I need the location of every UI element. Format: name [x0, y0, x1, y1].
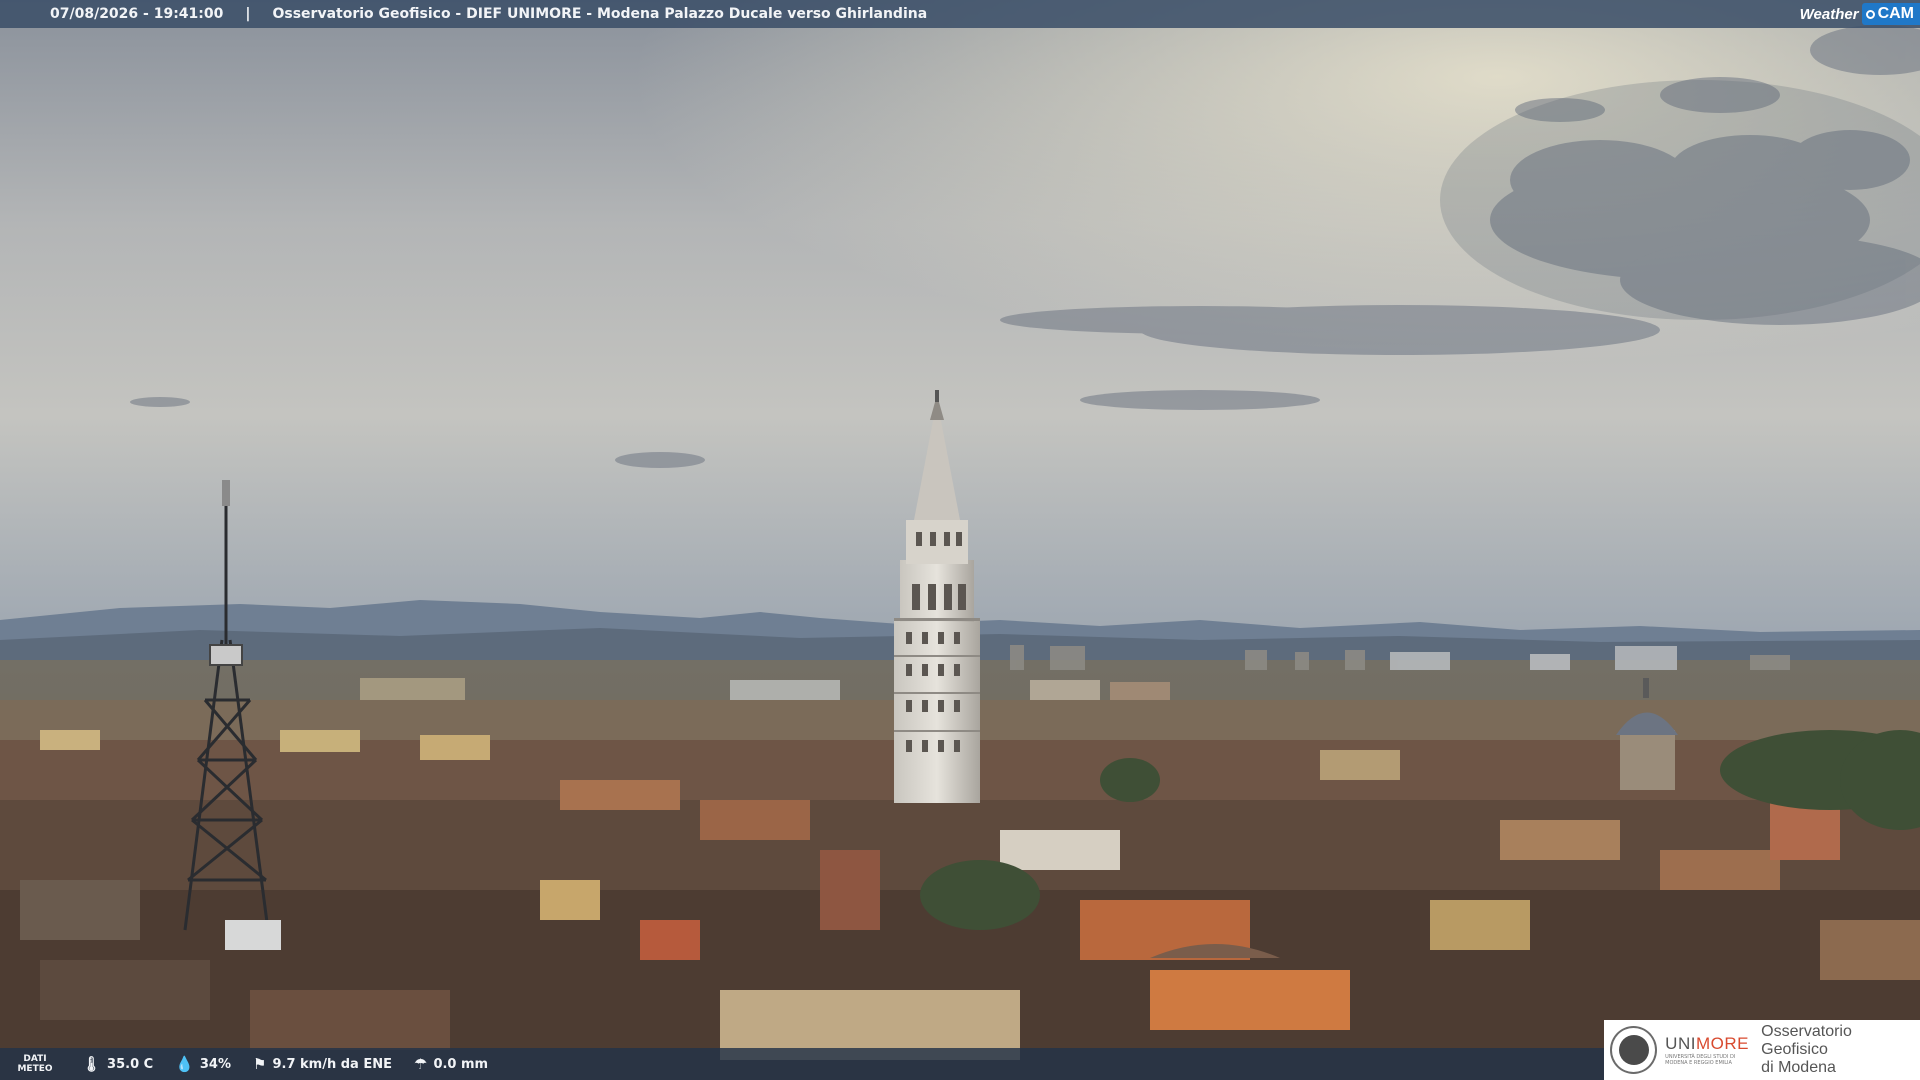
cam-dot-icon: [1865, 9, 1875, 19]
humidity-drop-icon: 💧: [175, 1055, 194, 1073]
unimore-logo: UNIMORE UNIVERSITÀ DEGLI STUDI DI MODENA…: [1604, 1020, 1920, 1080]
timestamp: 07/08/2026 - 19:41:00: [50, 6, 224, 22]
caption-separator: |: [245, 6, 251, 22]
brand-weather-text: Weather: [1799, 5, 1859, 23]
thermometer-icon: 🌡: [82, 1055, 102, 1073]
top-caption-bar: 07/08/2026 - 19:41:00 | Osservatorio Geo…: [0, 0, 1920, 28]
weathercam-logo: Weather CAM: [1800, 0, 1920, 28]
camera-caption: Osservatorio Geofisico - DIEF UNIMORE - …: [272, 6, 928, 22]
wind-value: 9.7 km/h da ENE: [272, 1056, 392, 1072]
weather-data-bar: DATI METEO 🌡 35.0 C 💧 34% ⚑ 9.7 km/h da …: [0, 1048, 1605, 1080]
webcam-image: [0, 0, 1920, 1080]
rain-value: 0.0 mm: [433, 1056, 489, 1072]
wind-sock-icon: ⚑: [253, 1055, 267, 1073]
humidity-value: 34%: [199, 1056, 232, 1072]
wind-readout: ⚑ 9.7 km/h da ENE: [253, 1055, 392, 1073]
brand-cam-badge: CAM: [1861, 3, 1920, 25]
humidity-readout: 💧 34%: [175, 1055, 231, 1073]
temperature-value: 35.0 C: [107, 1056, 154, 1072]
university-seal-icon: [1610, 1026, 1658, 1074]
webcam-frame: 07/08/2026 - 19:41:00 | Osservatorio Geo…: [0, 0, 1920, 1080]
rain-gauge-icon: ☂: [414, 1055, 428, 1073]
rain-readout: ☂ 0.0 mm: [414, 1055, 488, 1073]
unimore-subtitle: UNIVERSITÀ DEGLI STUDI DI MODENA E REGGI…: [1665, 1054, 1736, 1066]
unimore-wordmark: UNIMORE UNIVERSITÀ DEGLI STUDI DI MODENA…: [1665, 1034, 1749, 1066]
weather-label: DATI METEO: [17, 1054, 53, 1074]
temperature-readout: 🌡 35.0 C: [82, 1055, 153, 1073]
brand-cam-text: CAM: [1877, 5, 1914, 22]
observatory-name: Osservatorio Geofisico di Modena: [1761, 1023, 1852, 1076]
